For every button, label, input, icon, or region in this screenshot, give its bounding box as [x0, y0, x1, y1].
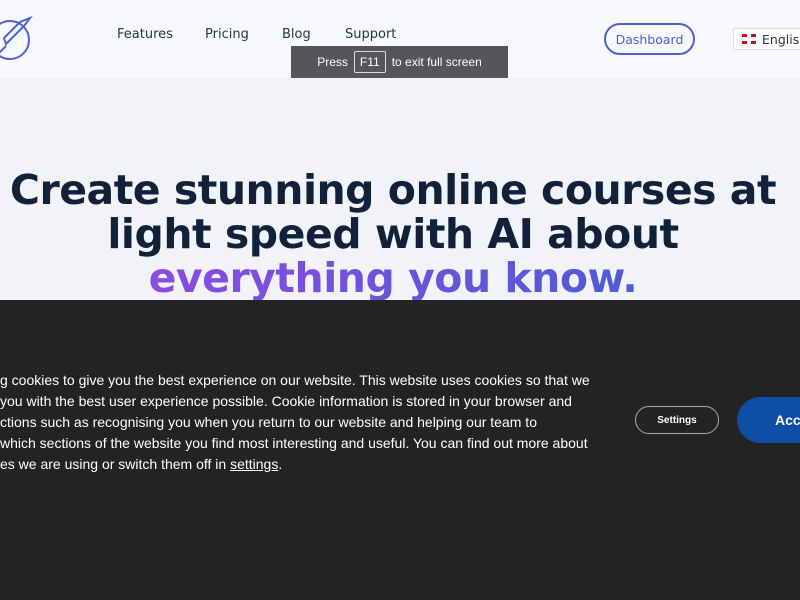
hero-line-1: Create stunning online courses at [9, 166, 777, 214]
language-select[interactable]: English [733, 28, 800, 50]
cookie-text: g cookies to give you the best experienc… [0, 370, 600, 475]
notice-text: to exit full screen [391, 55, 482, 69]
fullscreen-notice: Press F11 to exit full screen [291, 46, 508, 78]
notice-key: F11 [353, 51, 386, 73]
cookie-line: which sections of the website you find m… [0, 435, 588, 451]
nav-pricing[interactable]: Pricing [205, 27, 249, 42]
language-label: English [762, 31, 800, 47]
cookie-line: es we are using or switch them off in [0, 456, 231, 472]
hero-headline: Create stunning online courses at light … [0, 168, 786, 300]
rocket-logo-icon[interactable] [0, 14, 38, 69]
cookie-settings-button[interactable]: Settings [635, 406, 719, 434]
nav-blog[interactable]: Blog [282, 27, 311, 42]
cookie-banner: g cookies to give you the best experienc… [0, 300, 800, 600]
accept-cookies-button[interactable]: Acc [737, 397, 800, 443]
nav-support[interactable]: Support [345, 27, 396, 42]
cookie-line: ctions such as recognising you when you … [0, 414, 537, 430]
notice-press: Press [317, 55, 348, 69]
cookie-line: you with the best user experience possib… [0, 393, 572, 409]
nav-features[interactable]: Features [117, 27, 173, 42]
cookie-end: . [278, 456, 283, 472]
hero-line-3: everything you know. [148, 254, 638, 302]
dashboard-button[interactable]: Dashboard [604, 23, 695, 55]
uk-flag-icon [742, 34, 756, 44]
cookie-line: g cookies to give you the best experienc… [0, 372, 590, 388]
cookie-settings-link[interactable]: settings [230, 456, 278, 472]
hero-line-2: light speed with AI about [107, 210, 679, 258]
